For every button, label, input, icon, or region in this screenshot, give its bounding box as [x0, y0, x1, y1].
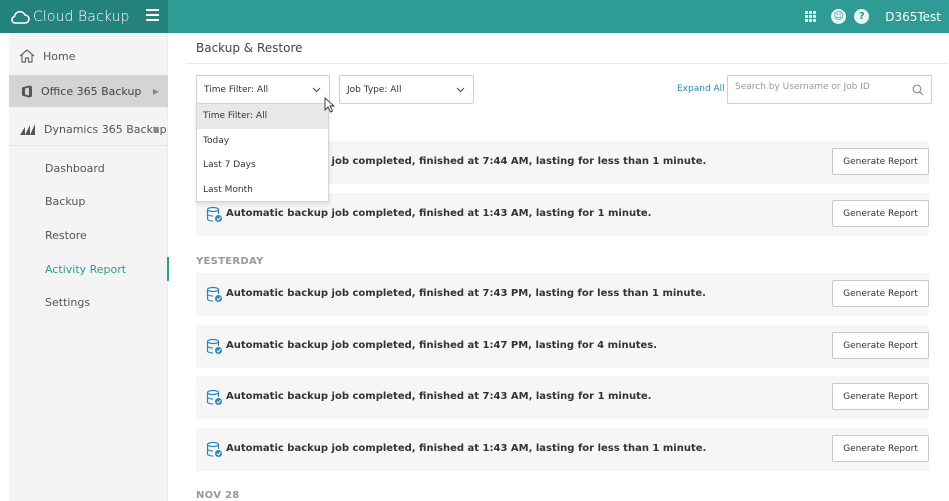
time-filter-dropdown: Time Filter: All Today Last 7 Days Last … [196, 103, 329, 202]
generate-report-button[interactable]: Generate Report [832, 148, 929, 175]
generate-report-button[interactable]: Generate Report [832, 332, 929, 359]
mouse-cursor-icon [324, 97, 336, 113]
top-bar: Cloud Backup ☺ ? D365Test [0, 0, 949, 33]
activity-text: Automatic backup job completed, finished… [226, 340, 658, 351]
help-icon[interactable]: ? [854, 9, 870, 24]
activity-row: Automatic backup job completed, finished… [196, 376, 929, 419]
database-backup-icon [206, 286, 222, 302]
time-filter-value: Time Filter: All [204, 84, 269, 95]
generate-report-button[interactable]: Generate Report [832, 435, 929, 462]
sidebar-item-restore[interactable]: Restore [9, 220, 168, 250]
database-backup-icon [206, 441, 222, 457]
office-icon [21, 85, 33, 98]
generate-report-button[interactable]: Generate Report [832, 383, 929, 410]
sidebar-item-label: Activity Report [45, 262, 127, 276]
sidebar-item-label: Backup [45, 194, 86, 208]
title-divider [186, 63, 948, 64]
brand-name: Cloud Backup [33, 8, 130, 25]
chevron-down-icon [456, 87, 465, 93]
activity-row: Automatic backup job completed, finished… [196, 428, 929, 471]
main-content: Backup & Restore Time Filter: All Job Ty… [168, 33, 949, 501]
sidebar-item-label: Settings [45, 295, 91, 309]
brand[interactable]: Cloud Backup [0, 0, 168, 33]
sidebar-item-settings[interactable]: Settings [9, 287, 168, 317]
sidebar-divider [9, 145, 168, 146]
database-backup-icon [206, 338, 222, 354]
hamburger-menu-icon[interactable] [146, 9, 159, 23]
page-title: Backup & Restore [196, 41, 303, 55]
expand-all-link[interactable]: Expand All [677, 84, 725, 94]
activity-text: Automatic backup job completed, finished… [226, 443, 707, 454]
sidebar-item-backup[interactable]: Backup [9, 186, 168, 216]
sidebar-item-office365-backup[interactable]: Office 365 Backup ▶ [9, 75, 168, 107]
sidebar-item-home[interactable]: Home [9, 41, 168, 71]
database-backup-icon [206, 389, 222, 405]
generate-report-button[interactable]: Generate Report [832, 200, 929, 227]
sidebar: Home Office 365 Backup ▶ Dynamics 365 Ba… [9, 33, 169, 501]
apps-grid-icon[interactable] [805, 10, 817, 23]
dropdown-option-last-7-days[interactable]: Last 7 Days [197, 153, 328, 178]
activity-text: Automatic backup job completed, finished… [226, 208, 652, 219]
sidebar-item-label: Home [43, 49, 76, 63]
chevron-down-icon: ▼ [152, 124, 159, 134]
search-icon[interactable] [912, 84, 924, 96]
sidebar-item-label: Office 365 Backup [41, 84, 142, 98]
activity-row: Automatic backup job completed, finished… [196, 325, 929, 368]
sidebar-item-dynamics365-backup[interactable]: Dynamics 365 Backup ▼ [9, 113, 168, 145]
search-box[interactable] [727, 75, 932, 104]
time-filter-select[interactable]: Time Filter: All [196, 75, 330, 104]
job-type-value: Job Type: All [347, 84, 402, 95]
dropdown-option-last-month[interactable]: Last Month [197, 178, 328, 203]
sidebar-item-label: Restore [45, 228, 87, 242]
chevron-right-icon: ▶ [152, 86, 159, 96]
generate-report-button[interactable]: Generate Report [832, 280, 929, 307]
sidebar-item-activity-report[interactable]: Activity Report [9, 254, 169, 284]
dropdown-option-all[interactable]: Time Filter: All [197, 104, 328, 129]
sidebar-item-label: Dashboard [45, 161, 105, 175]
job-type-select[interactable]: Job Type: All [339, 75, 474, 104]
activity-text: Automatic backup job completed, finished… [226, 391, 652, 402]
smiley-feedback-icon[interactable]: ☺ [831, 9, 847, 24]
activity-text: Automatic backup job completed, finished… [226, 288, 706, 299]
dropdown-option-today[interactable]: Today [197, 129, 328, 154]
sidebar-item-label: Dynamics 365 Backup [44, 122, 167, 136]
section-label: NOV 28 [196, 490, 240, 501]
user-name[interactable]: D365Test [885, 10, 941, 24]
activity-row: Automatic backup job completed, finished… [196, 273, 929, 316]
database-backup-icon [206, 206, 222, 222]
search-input[interactable] [735, 82, 905, 92]
home-icon [19, 49, 35, 63]
cloud-logo-icon [11, 10, 30, 24]
section-label: YESTERDAY [196, 256, 264, 267]
chevron-down-icon [312, 87, 321, 93]
dynamics-icon [20, 123, 36, 135]
sidebar-item-dashboard[interactable]: Dashboard [9, 153, 168, 183]
